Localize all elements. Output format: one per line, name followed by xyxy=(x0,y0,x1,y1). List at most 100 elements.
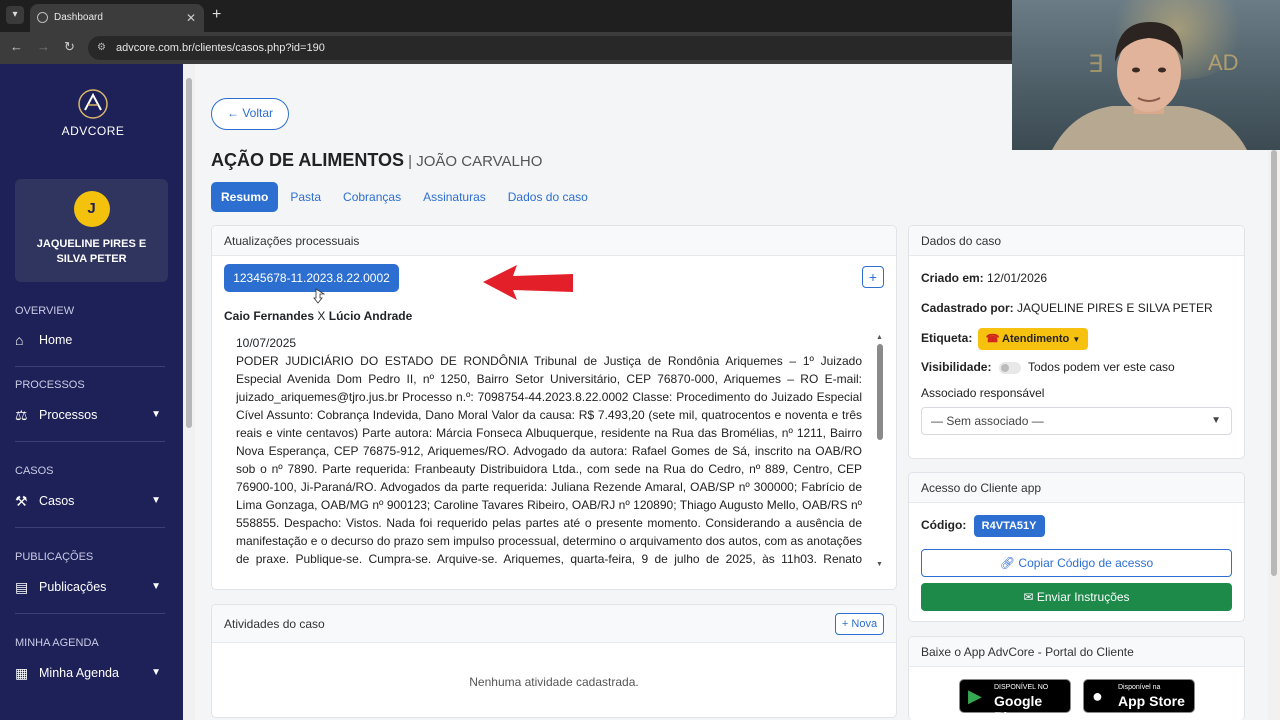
logo-text: ADVCORE xyxy=(61,124,125,138)
sidebar-item-label: Processos xyxy=(39,408,98,422)
google-play-badge[interactable]: ▶ DISPONÍVEL NO Google Play xyxy=(959,679,1071,720)
associate-select[interactable]: — Sem associado — ▼ xyxy=(921,407,1232,435)
scroll-down-icon[interactable]: ▼ xyxy=(876,561,883,568)
client-name: JOÃO CARVALHO xyxy=(416,153,543,170)
forward-arrow-icon[interactable]: → xyxy=(37,39,50,54)
tab-assinaturas[interactable]: Assinaturas xyxy=(413,182,496,212)
chevron-down-icon: ▼ xyxy=(1072,335,1081,344)
back-arrow-icon[interactable]: ← xyxy=(10,39,23,54)
case-parties: Caio Fernandes X Lúcio Andrade xyxy=(224,309,412,323)
tab-title: Dashboard xyxy=(54,12,103,23)
add-update-button[interactable]: + xyxy=(862,266,884,288)
chevron-down-icon: ▼ xyxy=(151,581,161,592)
divider xyxy=(15,441,165,442)
tab-search-icon[interactable]: ▾ xyxy=(6,6,24,24)
registered-label: Cadastrado por: xyxy=(921,301,1014,315)
home-icon: ⌂ xyxy=(15,332,24,348)
chevron-down-icon: ▼ xyxy=(1211,415,1221,426)
copy-code-button[interactable]: 🔗︎ Copiar Código de acesso xyxy=(921,549,1232,577)
code-field: Código: R4VTA51Y xyxy=(921,515,1045,537)
chevron-down-icon: ▼ xyxy=(151,667,161,678)
divider xyxy=(15,366,165,367)
updates-header: Atualizações processuais xyxy=(212,226,896,256)
back-button[interactable]: ← Voltar xyxy=(211,98,289,130)
section-processos: PROCESSOS xyxy=(15,379,85,391)
back-button-label: Voltar xyxy=(242,106,274,120)
activities-card: Atividades do caso + Nova Nenhuma ativid… xyxy=(211,604,897,718)
created-value: 12/01/2026 xyxy=(987,271,1048,285)
gavel-icon: ⚒ xyxy=(15,493,28,509)
link-icon: 🔗︎ xyxy=(999,556,1016,570)
close-icon[interactable]: ✕ xyxy=(186,4,196,32)
tab-pasta[interactable]: Pasta xyxy=(280,182,331,212)
apple-small-text: Disponível na xyxy=(1118,684,1161,691)
copy-code-label: Copiar Código de acesso xyxy=(1018,556,1154,570)
app-store-badge[interactable]: ● Disponível na App Store xyxy=(1083,679,1195,713)
update-date: 10/07/2025 xyxy=(236,336,297,350)
send-instructions-button[interactable]: ✉ Enviar Instruções xyxy=(921,583,1232,611)
chevron-down-icon: ▼ xyxy=(151,495,161,506)
browser-tab[interactable]: Dashboard ✕ xyxy=(30,4,204,32)
tab-cobrancas[interactable]: Cobranças xyxy=(333,182,411,212)
google-small-text: DISPONÍVEL NO xyxy=(994,684,1049,691)
associate-label: Associado responsável xyxy=(921,386,1045,400)
sidebar-item-casos[interactable]: ⚒ Casos ▼ xyxy=(15,489,165,513)
envelope-icon: ✉ xyxy=(1023,590,1034,604)
arrow-left-icon: ← xyxy=(226,106,239,120)
sidebar: ADVCORE J JAQUELINE PIRES E SILVA PETER … xyxy=(0,64,183,720)
avatar: J xyxy=(73,191,110,227)
presenter-image xyxy=(1052,22,1247,150)
user-card[interactable]: J JAQUELINE PIRES E SILVA PETER xyxy=(15,179,168,282)
tag-field: Etiqueta: ☎ Atendimento ▼ xyxy=(921,328,1089,350)
webcam-overlay: ∃ AD xyxy=(1012,0,1280,150)
google-big-text: Google Play xyxy=(994,693,1043,720)
section-publicacoes: PUBLICAÇÕES xyxy=(15,551,94,563)
tab-resumo[interactable]: Resumo xyxy=(211,182,279,212)
tag-dropdown[interactable]: ☎ Atendimento ▼ xyxy=(977,328,1089,350)
update-text: PODER JUDICIÁRIO DO ESTADO DE RONDÔNIA T… xyxy=(236,354,862,572)
case-tabs: Resumo Pasta Cobranças Assinaturas Dados… xyxy=(211,182,600,212)
new-tab-icon[interactable]: + xyxy=(212,4,221,26)
sidebar-item-publicacoes[interactable]: ▤ Publicações ▼ xyxy=(15,575,165,599)
new-activity-button[interactable]: + Nova xyxy=(835,613,884,635)
google-play-icon: ▶ xyxy=(968,686,982,706)
reload-icon[interactable]: ↻ xyxy=(64,39,75,55)
visibility-toggle[interactable] xyxy=(998,361,1021,374)
page-scrollbar[interactable] xyxy=(1268,150,1280,720)
sidebar-item-agenda[interactable]: ▦ Minha Agenda ▼ xyxy=(15,661,165,685)
case-data-card: Dados do caso Criado em: 12/01/2026 Cada… xyxy=(908,225,1245,459)
update-content[interactable]: 10/07/2025 PODER JUDICIÁRIO DO ESTADO DE… xyxy=(236,336,862,572)
created-label: Criado em: xyxy=(921,271,984,285)
sidebar-item-label: Publicações xyxy=(39,580,107,594)
versus-label: X xyxy=(317,309,326,323)
divider xyxy=(15,527,165,528)
sidebar-scrollbar[interactable] xyxy=(183,64,195,720)
tag-label: Etiqueta: xyxy=(921,331,973,345)
site-settings-icon[interactable]: ⚙ xyxy=(97,36,106,60)
registered-field: Cadastrado por: JAQUELINE PIRES E SILVA … xyxy=(921,301,1213,315)
visibility-field: Visibilidade: Todos podem ver este caso xyxy=(921,360,1175,374)
sidebar-item-processos[interactable]: ⚖ Processos ▼ xyxy=(15,403,165,427)
download-app-header: Baixe o App AdvCore - Portal do Cliente xyxy=(909,637,1244,667)
advcore-logo[interactable]: ADVCORE xyxy=(60,88,126,138)
tab-dados-do-caso[interactable]: Dados do caso xyxy=(498,182,598,212)
visibility-label: Visibilidade: xyxy=(921,360,992,374)
chevron-down-icon: ▼ xyxy=(151,409,161,420)
update-scrollbar[interactable]: ▲ ▼ xyxy=(876,334,884,568)
tag-value: Atendimento xyxy=(1002,333,1070,345)
phone-icon: ☎ xyxy=(985,333,1000,345)
section-agenda: MINHA AGENDA xyxy=(15,637,99,649)
scroll-up-icon[interactable]: ▲ xyxy=(876,334,883,341)
party-b: Lúcio Andrade xyxy=(328,309,413,323)
client-access-header: Acesso do Cliente app xyxy=(909,473,1244,503)
sidebar-item-home[interactable]: ⌂ Home xyxy=(15,328,165,352)
title-separator: | xyxy=(404,153,417,170)
mouse-cursor-icon xyxy=(313,288,325,304)
activities-header: Atividades do caso xyxy=(212,605,896,643)
empty-activities-message: Nenhuma atividade cadastrada. xyxy=(469,675,639,689)
process-number-button[interactable]: 12345678-11.2023.8.22.0002 xyxy=(224,264,399,292)
plus-icon: + xyxy=(841,618,849,630)
visibility-value: Todos podem ver este caso xyxy=(1027,360,1175,374)
scales-icon: ⚖ xyxy=(15,407,28,423)
globe-icon xyxy=(37,12,48,23)
